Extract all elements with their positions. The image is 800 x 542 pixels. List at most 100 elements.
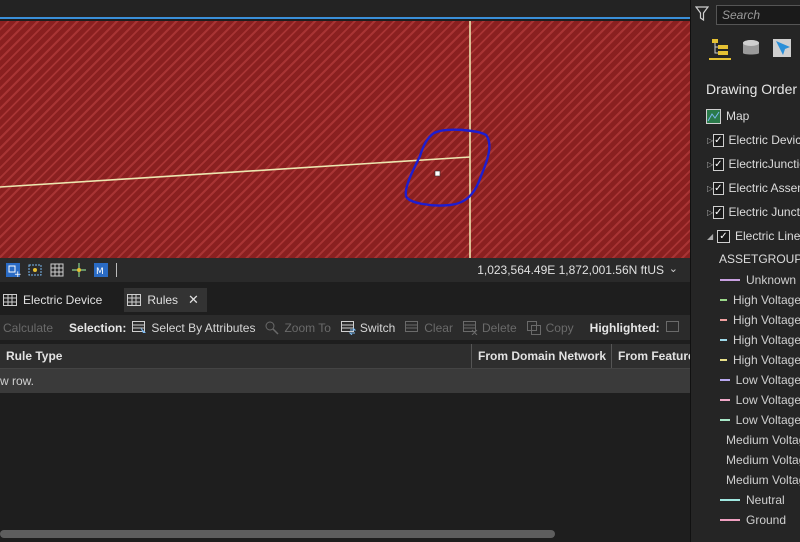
map-top-bar bbox=[0, 0, 690, 19]
column-header-from-domain-network[interactable]: From Domain Network bbox=[472, 344, 612, 368]
switch-label: Switch bbox=[359, 320, 396, 335]
layer-electric-junction[interactable]: ▷ ✓ Electric Junction bbox=[691, 200, 800, 224]
collapse-icon[interactable]: ◢ bbox=[707, 232, 717, 241]
zoom-to-icon bbox=[265, 321, 280, 335]
constraints-icon[interactable] bbox=[70, 261, 88, 279]
legend-item: High Voltage bbox=[691, 310, 800, 330]
group-field-text: ASSETGROUP bbox=[719, 252, 800, 266]
map-view[interactable] bbox=[0, 21, 690, 258]
line-symbol-icon bbox=[720, 279, 740, 281]
highlighted-label: Highlighted: bbox=[589, 320, 660, 335]
layer-label: Electric Device bbox=[728, 133, 800, 147]
chevron-down-icon[interactable]: ⌄ bbox=[669, 262, 678, 275]
map-status-bar: + M 1,023,564.49E 1,872,001.56N ftUS ⌄ bbox=[0, 258, 690, 282]
layer-checkbox[interactable]: ✓ bbox=[717, 229, 730, 243]
legend-item: High Voltage bbox=[691, 330, 800, 350]
new-row-placeholder[interactable]: w row. bbox=[0, 369, 690, 393]
switch-icon bbox=[340, 320, 356, 335]
layer-tree: Map ▷ ✓ Electric Device ▷ ✓ ElectricJunc… bbox=[691, 104, 800, 530]
attribute-tabs: Electric Device Rules ✕ bbox=[0, 288, 690, 312]
legend-label: Medium Voltage bbox=[726, 473, 800, 487]
selection-label: Selection: bbox=[69, 320, 127, 335]
search-input[interactable]: Search bbox=[716, 5, 800, 25]
map-node[interactable]: Map bbox=[691, 104, 800, 128]
table-icon bbox=[127, 294, 142, 306]
legend-label: Medium Voltage bbox=[726, 433, 800, 447]
copy-button[interactable]: Copy bbox=[526, 320, 574, 335]
line-symbol-icon bbox=[720, 499, 740, 501]
copy-label: Copy bbox=[545, 320, 574, 335]
layer-electric-assembly[interactable]: ▷ ✓ Electric Assembly bbox=[691, 176, 800, 200]
data-source-icon[interactable] bbox=[740, 36, 762, 60]
electric-line-horizontal bbox=[0, 156, 471, 188]
close-icon[interactable]: ✕ bbox=[188, 292, 199, 308]
legend-item: High Voltage bbox=[691, 350, 800, 370]
zoom-to-label: Zoom To bbox=[284, 320, 331, 335]
legend-label: Low Voltage bbox=[735, 373, 800, 387]
pane-title: Drawing Order bbox=[706, 81, 798, 97]
attribute-table: Rule Type From Domain Network From Featu… bbox=[0, 344, 690, 393]
line-symbol-icon bbox=[720, 299, 727, 301]
layer-electric-line[interactable]: ◢ ✓ Electric Line bbox=[691, 224, 800, 248]
filter-icon[interactable] bbox=[694, 6, 710, 25]
legend-label: High Voltage bbox=[732, 353, 800, 367]
map-icon bbox=[706, 108, 721, 124]
legend-item: Neutral bbox=[691, 490, 800, 510]
highlighted-tool-icon[interactable] bbox=[665, 320, 685, 335]
line-symbol-icon bbox=[720, 519, 740, 521]
line-symbol-icon bbox=[720, 419, 730, 421]
layer-label: Electric Assembly bbox=[728, 181, 800, 195]
snapping-icon[interactable] bbox=[26, 261, 44, 279]
tab-label: Electric Device bbox=[23, 293, 103, 307]
horizontal-scrollbar[interactable] bbox=[0, 530, 555, 538]
layer-checkbox[interactable]: ✓ bbox=[713, 205, 724, 219]
delete-button[interactable]: Delete bbox=[462, 320, 517, 335]
line-symbol-icon bbox=[720, 319, 727, 321]
select-by-attributes-button[interactable]: Select By Attributes bbox=[132, 320, 256, 335]
switch-button[interactable]: Switch bbox=[340, 320, 396, 335]
legend-item: Low Voltage bbox=[691, 410, 800, 430]
layer-checkbox[interactable]: ✓ bbox=[713, 157, 724, 171]
map-scale-icon[interactable]: + bbox=[4, 261, 22, 279]
layer-checkbox[interactable]: ✓ bbox=[713, 133, 724, 147]
group-field-label: ASSETGROUP bbox=[691, 248, 800, 270]
legend-label: High Voltage bbox=[732, 293, 800, 307]
grid-icon[interactable] bbox=[48, 261, 66, 279]
clear-button[interactable]: Clear bbox=[405, 320, 453, 335]
legend-label: Medium Voltage bbox=[726, 453, 800, 467]
map-label: Map bbox=[726, 109, 750, 123]
line-symbol-icon bbox=[720, 339, 727, 341]
selection-view-icon[interactable] bbox=[771, 36, 793, 60]
calculate-button[interactable]: Calculate bbox=[3, 321, 53, 335]
select-by-attributes-label: Select By Attributes bbox=[151, 320, 256, 335]
calculate-label: Calculate bbox=[3, 320, 54, 335]
zoom-to-button[interactable]: Zoom To bbox=[265, 320, 331, 335]
svg-text:+: + bbox=[14, 270, 21, 278]
delete-icon bbox=[462, 320, 478, 335]
column-header-from-feature[interactable]: From Feature bbox=[612, 344, 690, 368]
svg-text:M: M bbox=[96, 267, 104, 277]
new-row-text: w row. bbox=[0, 374, 35, 388]
layer-checkbox[interactable]: ✓ bbox=[713, 181, 724, 195]
table-icon bbox=[3, 294, 17, 306]
drawing-order-icon[interactable] bbox=[709, 36, 731, 60]
legend-label: Ground bbox=[746, 513, 787, 527]
tab-electric-device[interactable]: Electric Device bbox=[0, 288, 110, 312]
clear-label: Clear bbox=[424, 320, 453, 335]
legend-label: High Voltage bbox=[732, 333, 800, 347]
corrections-icon[interactable]: M bbox=[92, 261, 110, 279]
legend-label: Neutral bbox=[746, 493, 785, 507]
layer-label: Electric Line bbox=[735, 229, 800, 243]
tab-rules[interactable]: Rules ✕ bbox=[124, 288, 207, 312]
column-header-rule-type[interactable]: Rule Type bbox=[0, 344, 472, 368]
attribute-toolbar: Calculate Selection: Select By Attribute… bbox=[0, 315, 690, 340]
select-by-attributes-icon bbox=[132, 320, 147, 335]
legend-item: Unknown bbox=[691, 270, 800, 290]
legend-item: Ground bbox=[691, 510, 800, 530]
legend-item: High Voltage bbox=[691, 290, 800, 310]
layer-electric-device[interactable]: ▷ ✓ Electric Device bbox=[691, 128, 800, 152]
layer-electricjunction[interactable]: ▷ ✓ ElectricJunction bbox=[691, 152, 800, 176]
selected-point bbox=[434, 170, 441, 177]
selection-polygon bbox=[404, 128, 491, 207]
legend-item: Medium Voltage bbox=[691, 470, 800, 490]
